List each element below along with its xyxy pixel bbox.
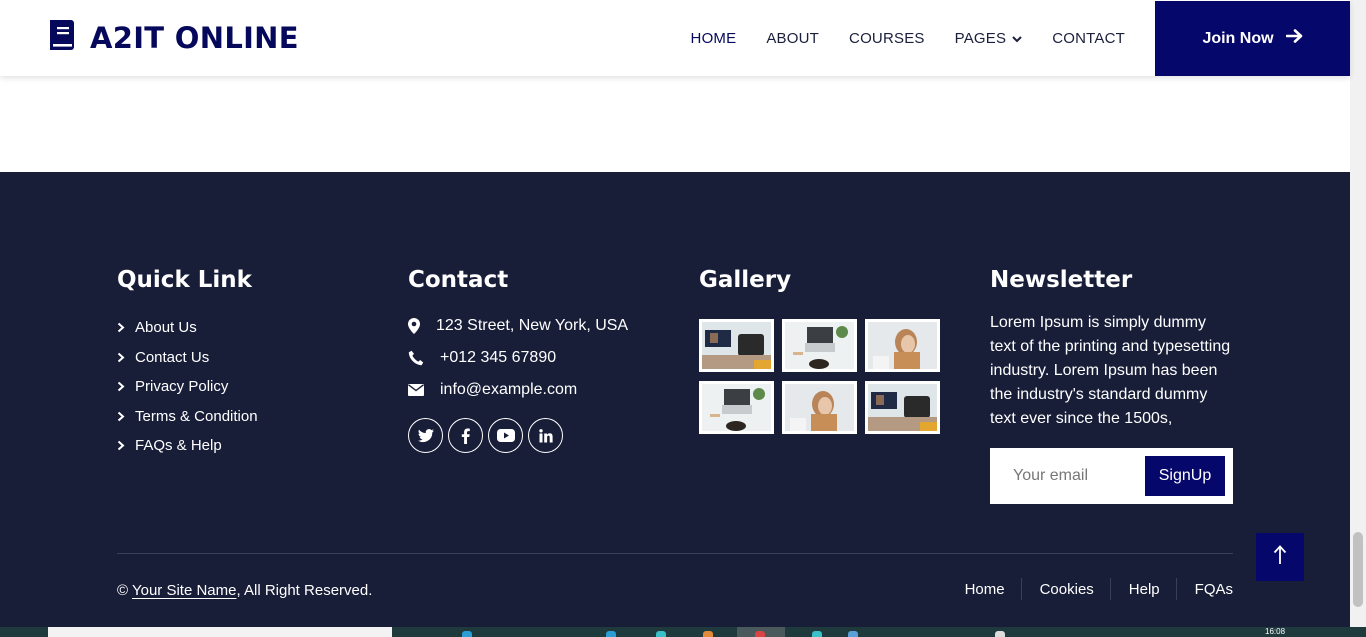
quick-link-label: FAQs & Help xyxy=(135,437,222,455)
gallery-grid xyxy=(699,319,940,434)
footer-menu: Home Cookies Help FQAs xyxy=(965,578,1233,600)
taskbar-clock: 16:08 xyxy=(1265,627,1286,636)
email-input[interactable] xyxy=(990,448,1140,504)
chevron-right-icon xyxy=(117,381,125,392)
quick-link-about-us[interactable]: About Us xyxy=(117,313,258,343)
quick-link-label: About Us xyxy=(135,319,197,337)
chevron-right-icon xyxy=(117,411,125,422)
main-nav: HOME ABOUT COURSES PAGES CONTACT xyxy=(661,0,1125,76)
nav-pages[interactable]: PAGES xyxy=(955,30,1023,47)
social-links xyxy=(408,418,628,453)
arrow-right-icon xyxy=(1274,28,1303,49)
quick-link-column: Quick Link About Us Contact Us Privacy P… xyxy=(117,267,258,461)
gallery-image[interactable] xyxy=(782,381,857,434)
quick-link-label: Terms & Condition xyxy=(135,407,258,425)
taskbar: 16:08 xyxy=(0,627,1366,637)
copyright-rest: , All Right Reserved. xyxy=(236,582,373,599)
brand-logo[interactable]: A2IT ONLINE xyxy=(48,18,299,57)
footer-menu-fqas[interactable]: FQAs xyxy=(1177,579,1233,600)
footer-menu-help[interactable]: Help xyxy=(1111,579,1160,600)
gallery-image[interactable] xyxy=(782,319,857,372)
youtube-icon[interactable] xyxy=(488,418,523,453)
scrollbar-thumb[interactable] xyxy=(1353,532,1363,607)
phone-icon xyxy=(408,350,440,366)
gallery-image[interactable] xyxy=(699,319,774,372)
linkedin-icon[interactable] xyxy=(528,418,563,453)
taskbar-app-icon[interactable] xyxy=(462,631,472,637)
gallery-image[interactable] xyxy=(865,319,940,372)
quick-link-faqs[interactable]: FAQs & Help xyxy=(117,431,258,461)
facebook-icon[interactable] xyxy=(448,418,483,453)
copyright-symbol: © xyxy=(117,582,129,599)
chevron-down-icon xyxy=(1012,30,1022,47)
chevron-right-icon xyxy=(117,322,125,333)
newsletter-title: Newsletter xyxy=(990,267,1133,293)
quick-link-label: Contact Us xyxy=(135,348,210,366)
nav-courses[interactable]: COURSES xyxy=(849,30,925,47)
footer-menu-home[interactable]: Home xyxy=(965,579,1005,600)
contact-phone: +012 345 67890 xyxy=(408,342,628,374)
footer-divider xyxy=(117,553,1233,554)
join-now-button[interactable]: Join Now xyxy=(1155,1,1350,76)
gallery-title: Gallery xyxy=(699,267,792,293)
taskbar-app-icon[interactable] xyxy=(755,631,765,637)
gallery-image[interactable] xyxy=(699,381,774,434)
taskbar-app-icon[interactable] xyxy=(848,631,858,637)
copyright: © Your Site Name, All Right Reserved. xyxy=(117,582,372,599)
footer: Quick Link About Us Contact Us Privacy P… xyxy=(0,172,1350,627)
nav-home[interactable]: HOME xyxy=(691,30,737,47)
contact-phone-text: +012 345 67890 xyxy=(440,349,557,366)
newsletter-text: Lorem Ipsum is simply dummy text of the … xyxy=(990,314,1231,427)
nav-pages-label: PAGES xyxy=(954,29,1007,47)
contact-title: Contact xyxy=(408,267,509,293)
contact-email: info@example.com xyxy=(408,374,628,406)
site-name-link[interactable]: Your Site Name xyxy=(132,582,237,599)
page-scrollbar[interactable] xyxy=(1350,0,1366,627)
contact-column: Contact 123 Street, New York, USA +012 3… xyxy=(408,267,628,453)
quick-link-label: Privacy Policy xyxy=(135,378,229,396)
chevron-right-icon xyxy=(117,440,125,451)
arrow-up-icon xyxy=(1273,544,1287,570)
taskbar-search-box[interactable] xyxy=(48,627,392,637)
chevron-right-icon xyxy=(117,352,125,363)
quick-link-privacy-policy[interactable]: Privacy Policy xyxy=(117,372,258,402)
contact-email-text: info@example.com xyxy=(440,381,578,398)
signup-button[interactable]: SignUp xyxy=(1145,456,1225,496)
join-now-label: Join Now xyxy=(1202,29,1274,47)
contact-address: 123 Street, New York, USA xyxy=(408,310,628,342)
nav-about[interactable]: ABOUT xyxy=(766,30,819,47)
twitter-icon[interactable] xyxy=(408,418,443,453)
taskbar-app-icon[interactable] xyxy=(606,631,616,637)
taskbar-app-icon[interactable] xyxy=(703,631,713,637)
quick-link-contact-us[interactable]: Contact Us xyxy=(117,343,258,373)
newsletter-form: SignUp xyxy=(990,448,1233,504)
gallery-image[interactable] xyxy=(865,381,940,434)
navbar: A2IT ONLINE HOME ABOUT COURSES PAGES CON… xyxy=(0,0,1350,76)
envelope-icon xyxy=(408,384,440,396)
taskbar-app-icon[interactable] xyxy=(995,631,1005,637)
newsletter-column: Newsletter Lorem Ipsum is simply dummy t… xyxy=(990,267,1235,504)
nav-contact[interactable]: CONTACT xyxy=(1052,30,1125,47)
page: A2IT ONLINE HOME ABOUT COURSES PAGES CON… xyxy=(0,0,1366,637)
book-icon xyxy=(48,18,76,57)
back-to-top-button[interactable] xyxy=(1256,533,1304,581)
quick-link-title: Quick Link xyxy=(117,267,252,293)
map-marker-icon xyxy=(408,318,436,334)
contact-address-text: 123 Street, New York, USA xyxy=(436,317,629,334)
taskbar-app-icon[interactable] xyxy=(812,631,822,637)
taskbar-app-icon[interactable] xyxy=(656,631,666,637)
gallery-column: Gallery xyxy=(699,267,940,434)
brand-name: A2IT ONLINE xyxy=(90,20,299,55)
quick-link-terms[interactable]: Terms & Condition xyxy=(117,402,258,432)
footer-menu-cookies[interactable]: Cookies xyxy=(1022,579,1094,600)
